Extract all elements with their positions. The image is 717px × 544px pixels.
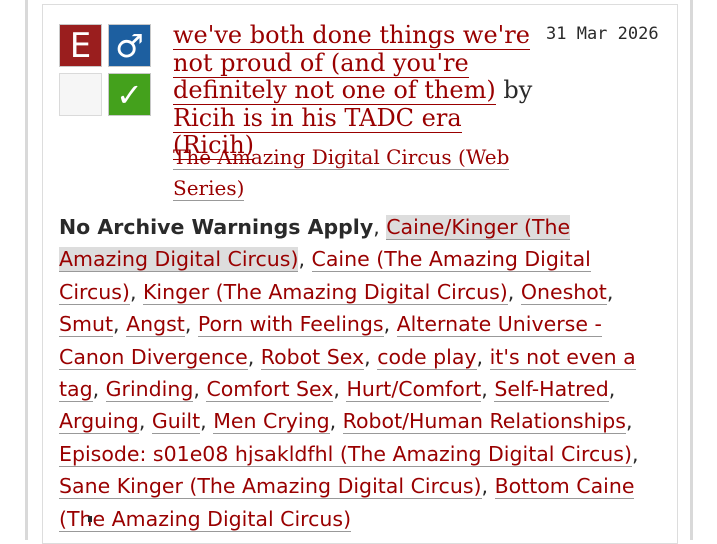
tag-character[interactable]: Kinger (The Amazing Digital Circus) — [142, 279, 508, 305]
tag-separator: , — [481, 377, 495, 402]
tag-freeform[interactable]: Comfort Sex — [206, 377, 334, 403]
tag-separator: , — [481, 474, 495, 499]
tag-separator: , — [383, 312, 397, 337]
tag-separator: , — [184, 312, 198, 337]
tag-separator: , — [606, 279, 614, 304]
by-label: by — [503, 76, 533, 104]
tag-freeform[interactable]: Robot/Human Relationships — [342, 409, 626, 435]
tag-separator: , — [193, 377, 207, 402]
tag-separator: , — [329, 409, 343, 434]
tag-freeform[interactable]: Porn with Feelings — [197, 312, 384, 338]
tag-freeform[interactable]: Men Crying — [213, 409, 330, 435]
tag-freeform[interactable]: Guilt — [151, 409, 201, 435]
category-mm-icon[interactable]: ♂ — [108, 24, 151, 67]
tag-separator: , — [138, 409, 152, 434]
tag-separator: , — [92, 377, 106, 402]
tag-freeform[interactable]: Angst — [126, 312, 185, 338]
tag-separator: , — [626, 409, 633, 434]
tag-freeform[interactable]: Smut — [59, 312, 114, 338]
tag-freeform[interactable]: Self-Hatred — [494, 377, 609, 403]
tag-separator: , — [631, 441, 639, 466]
rating-explicit-icon[interactable]: E — [59, 24, 102, 67]
tag-freeform[interactable]: Episode: s01e08 hjsakldfhl (The Amazing … — [59, 441, 632, 467]
tag-freeform[interactable]: Hurt/Comfort — [346, 377, 482, 403]
tag-separator: , — [507, 279, 521, 304]
next-blurb-edge — [88, 516, 92, 522]
tag-separator: , — [129, 279, 143, 304]
tag-separator: , — [298, 247, 312, 272]
fandom-heading: The Amazing Digital Circus (Web Series) — [173, 142, 523, 204]
tag-separator: , — [373, 215, 387, 239]
warning-none-icon[interactable] — [59, 73, 102, 116]
tag-freeform[interactable]: Sane Kinger (The Amazing Digital Circus) — [59, 474, 482, 500]
work-title-link[interactable]: we've both done things we're not proud o… — [173, 21, 530, 105]
page-left-margin — [0, 0, 25, 522]
publish-date: 31 Mar 2026 — [546, 24, 659, 44]
tag-separator: , — [113, 312, 127, 337]
tag-separator: , — [608, 377, 616, 402]
tag-freeform[interactable]: Robot Sex — [260, 344, 365, 370]
tag-warning[interactable]: No Archive Warnings Apply — [59, 215, 373, 239]
tag-freeform[interactable]: Arguing — [59, 409, 139, 435]
work-heading: we've both done things we're not proud o… — [173, 21, 543, 160]
tag-separator: , — [333, 377, 347, 402]
tag-separator: , — [200, 409, 214, 434]
tag-freeform[interactable]: Grinding — [105, 377, 194, 403]
tag-separator: , — [247, 344, 261, 369]
tag-freeform[interactable]: Oneshot — [520, 279, 607, 305]
required-tags-icons: E ♂ ✓ — [59, 24, 153, 118]
tag-list: No Archive Warnings Apply, Caine/Kinger … — [59, 211, 659, 535]
tag-separator: , — [364, 344, 378, 369]
tag-separator: , — [476, 344, 490, 369]
fandom-link[interactable]: The Amazing Digital Circus (Web Series) — [173, 145, 510, 201]
tag-freeform[interactable]: code play — [377, 344, 477, 370]
complete-work-icon[interactable]: ✓ — [108, 73, 151, 116]
